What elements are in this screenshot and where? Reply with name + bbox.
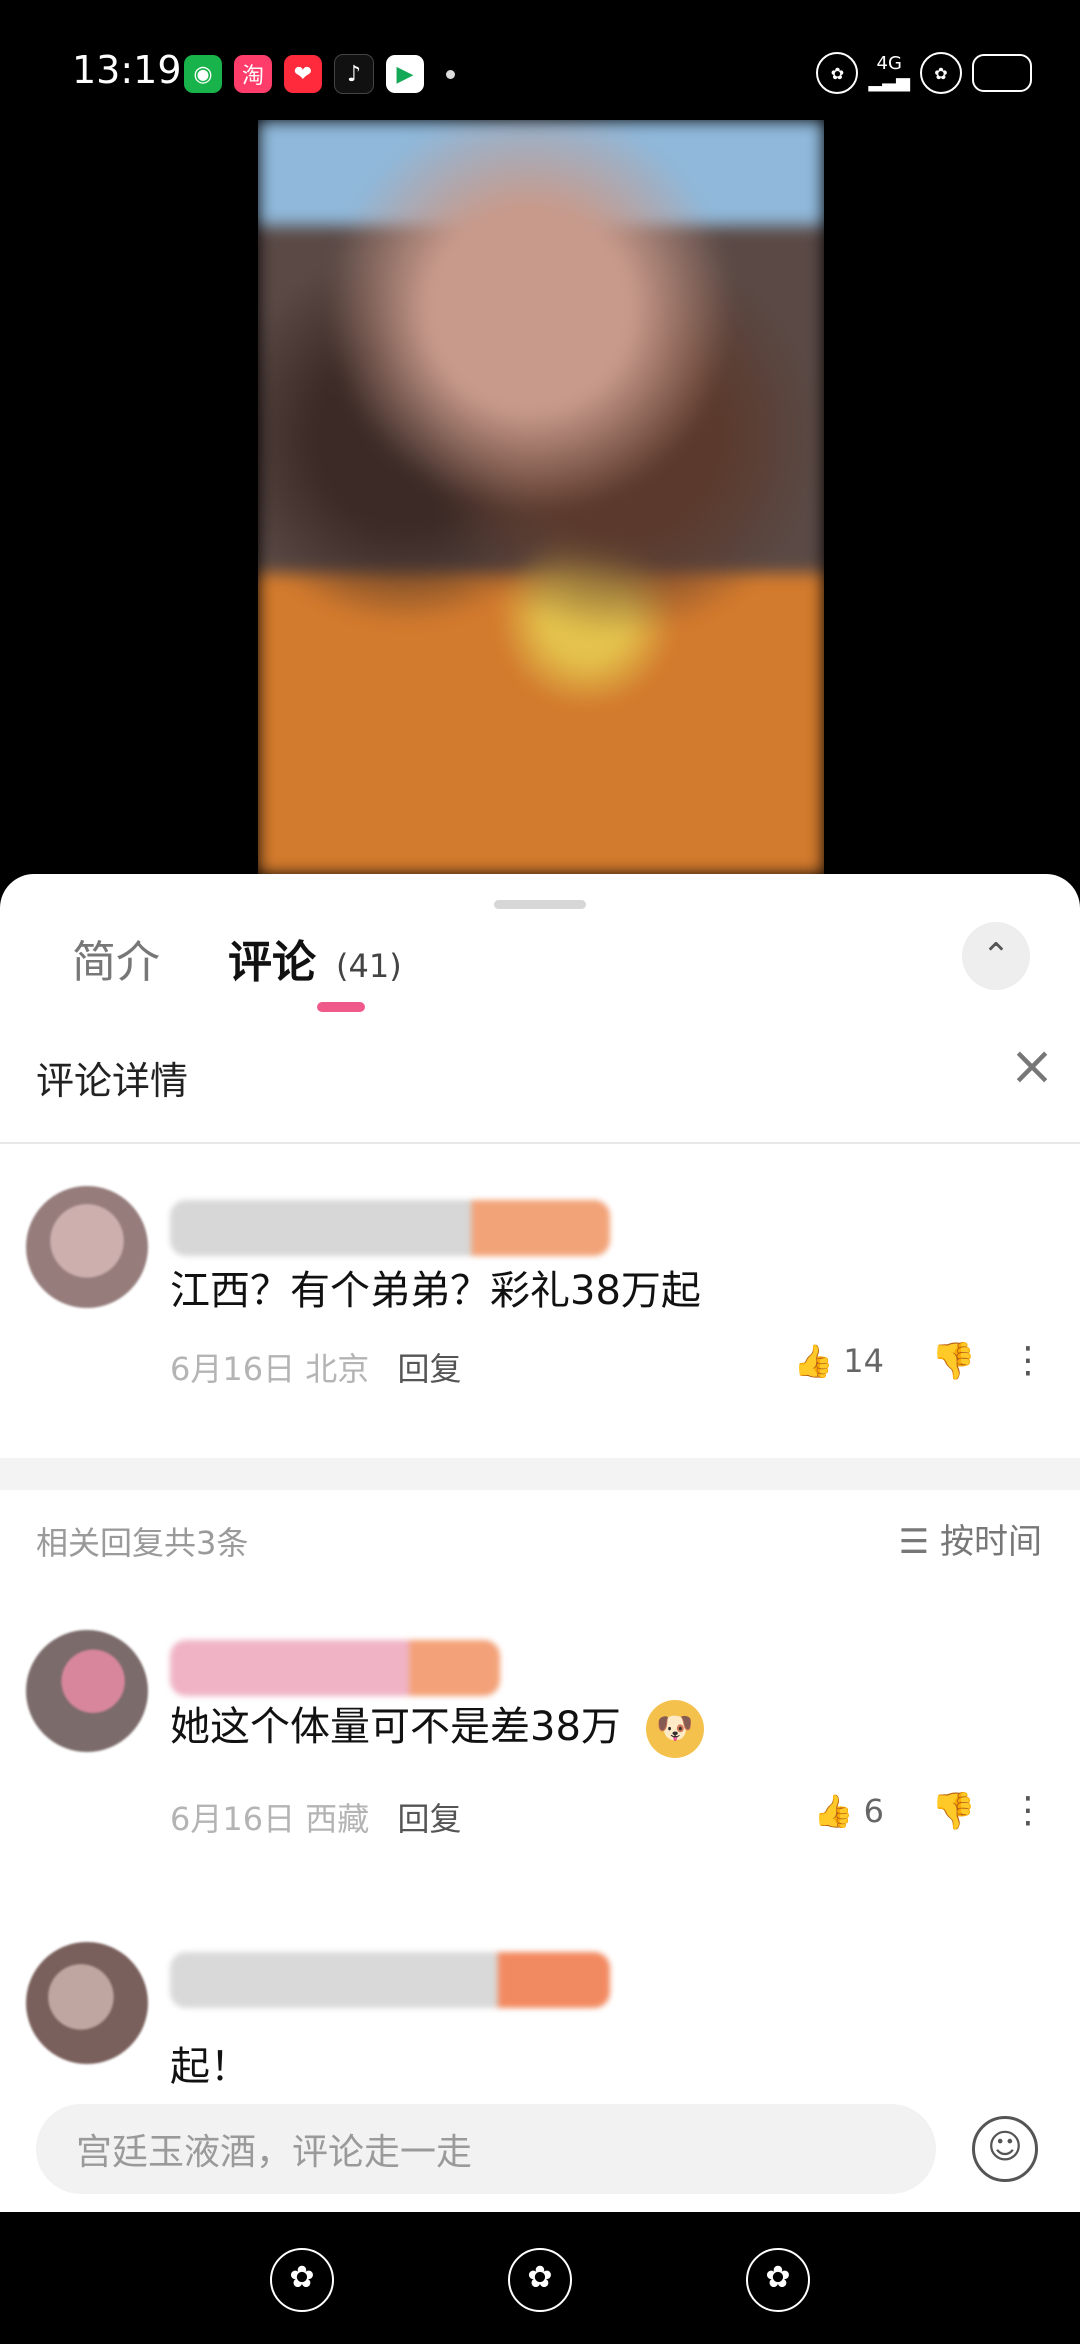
username[interactable] [170, 1952, 610, 2008]
like-button[interactable]: 👍 6 [814, 1792, 884, 1830]
rabbit-icon: ✿ [816, 52, 859, 94]
username[interactable] [170, 1640, 500, 1696]
more-icon: ⋮ [1010, 1790, 1046, 1831]
tab-comments[interactable]: 评论 (41) [228, 926, 402, 990]
close-button[interactable]: × [1002, 1036, 1062, 1096]
reply-date: 6月16日 [170, 1800, 296, 1838]
section-gap [0, 1458, 1080, 1490]
status-app-icons: ◉ 淘 ❤ ♪ ▶ [184, 54, 455, 94]
more-icon: ⋮ [1010, 1340, 1046, 1381]
avatar[interactable] [26, 1942, 148, 2064]
battery-icon [972, 54, 1032, 92]
nav-recents-button[interactable]: ✿ [746, 2248, 810, 2312]
replies-summary: 相关回复共3条 [36, 1524, 249, 1562]
reply-button[interactable]: 回复 [397, 1800, 461, 1838]
nav-back-button[interactable]: ✿ [270, 2248, 334, 2312]
rabbit-icon: ✿ [289, 2260, 315, 2295]
chevrons-icon: ⌃ [981, 936, 1011, 976]
reply-meta: 6月16日 西藏 回复 [170, 1794, 461, 1840]
rabbit-icon: ✿ [920, 52, 962, 94]
more-button[interactable]: ⋮ [1010, 1790, 1046, 1831]
expand-sheet-button[interactable]: ⌃ [962, 922, 1030, 990]
close-icon: × [1009, 1034, 1055, 1097]
tab-comments-label: 评论 [228, 937, 316, 988]
system-nav-bar: ✿ ✿ ✿ [0, 2212, 1080, 2344]
comments-sheet: 简介 评论 (41) ⌃ 评论详情 × 江西？有个弟弟？彩礼38万起 6月16日 … [0, 874, 1080, 2212]
emoji-icon: ☺ [987, 2127, 1023, 2167]
blurred-video-image [258, 120, 824, 875]
thumbs-up-icon: 👍 [813, 1792, 854, 1830]
like-button[interactable]: 👍 14 [793, 1342, 884, 1380]
dislike-button[interactable]: 👎 [931, 1340, 976, 1382]
dislike-button[interactable]: 👎 [931, 1790, 976, 1832]
comment-input[interactable]: 宫廷玉液酒，评论走一走 [36, 2104, 936, 2194]
rabbit-icon: ✿ [765, 2260, 791, 2295]
comment-text: 江西？有个弟弟？彩礼38万起 [170, 1268, 701, 1314]
signal-bars-icon: ▂▃▅ [868, 71, 910, 92]
rabbit-icon: ✿ [527, 2260, 553, 2295]
more-button[interactable]: ⋮ [1010, 1340, 1046, 1381]
status-time: 13:19 [72, 48, 182, 92]
wechat-icon: ◉ [184, 55, 222, 93]
comment-location: 北京 [305, 1350, 370, 1388]
reply-text: 她这个体量可不是差38万 🐶 [170, 1694, 704, 1758]
like-count: 14 [843, 1342, 884, 1380]
tiktok-icon: ♪ [334, 54, 374, 94]
reply-text-content: 她这个体量可不是差38万 [170, 1704, 621, 1750]
avatar[interactable] [26, 1186, 148, 1308]
divider [0, 1142, 1080, 1144]
avatar[interactable] [26, 1630, 148, 1752]
video-frame[interactable] [258, 120, 824, 875]
comment-detail-title: 评论详情 [36, 1059, 189, 1103]
comment-count: (41) [336, 947, 402, 985]
tab-bar: 简介 评论 (41) [72, 926, 402, 990]
thumbs-down-icon: 👎 [931, 1341, 976, 1382]
username[interactable] [170, 1200, 610, 1256]
reply-location: 西藏 [305, 1800, 370, 1838]
tab-intro[interactable]: 简介 [72, 926, 160, 990]
status-bar: 13:19 ◉ 淘 ❤ ♪ ▶ ✿ 4G ▂▃▅ ✿ [0, 0, 1080, 120]
comment-meta: 6月16日 北京 回复 [170, 1344, 461, 1390]
thumbs-down-icon: 👎 [931, 1791, 976, 1832]
thumbs-up-icon: 👍 [793, 1342, 834, 1380]
like-count: 6 [863, 1792, 884, 1830]
drag-handle[interactable] [494, 900, 586, 909]
sort-label: 按时间 [940, 1522, 1042, 1562]
signal-indicator: 4G ▂▃▅ [868, 55, 910, 91]
emoji-button[interactable]: ☺ [972, 2116, 1038, 2182]
system-status-icons: ✿ 4G ▂▃▅ ✿ [816, 52, 1032, 94]
dog-emoji-icon: 🐶 [645, 1700, 704, 1758]
nav-home-button[interactable]: ✿ [508, 2248, 572, 2312]
notification-dot [446, 69, 455, 79]
sort-button[interactable]: ☰ 按时间 [899, 1514, 1042, 1563]
reply-text: 起！ [170, 2044, 250, 2090]
tab-indicator [317, 1002, 365, 1012]
red-heart-icon: ❤ [284, 55, 322, 93]
video-icon: ▶ [386, 55, 424, 93]
reply-button[interactable]: 回复 [397, 1350, 461, 1388]
taobao-icon: 淘 [234, 55, 272, 93]
menu-icon: ☰ [898, 1522, 930, 1562]
comment-date: 6月16日 [170, 1350, 296, 1388]
